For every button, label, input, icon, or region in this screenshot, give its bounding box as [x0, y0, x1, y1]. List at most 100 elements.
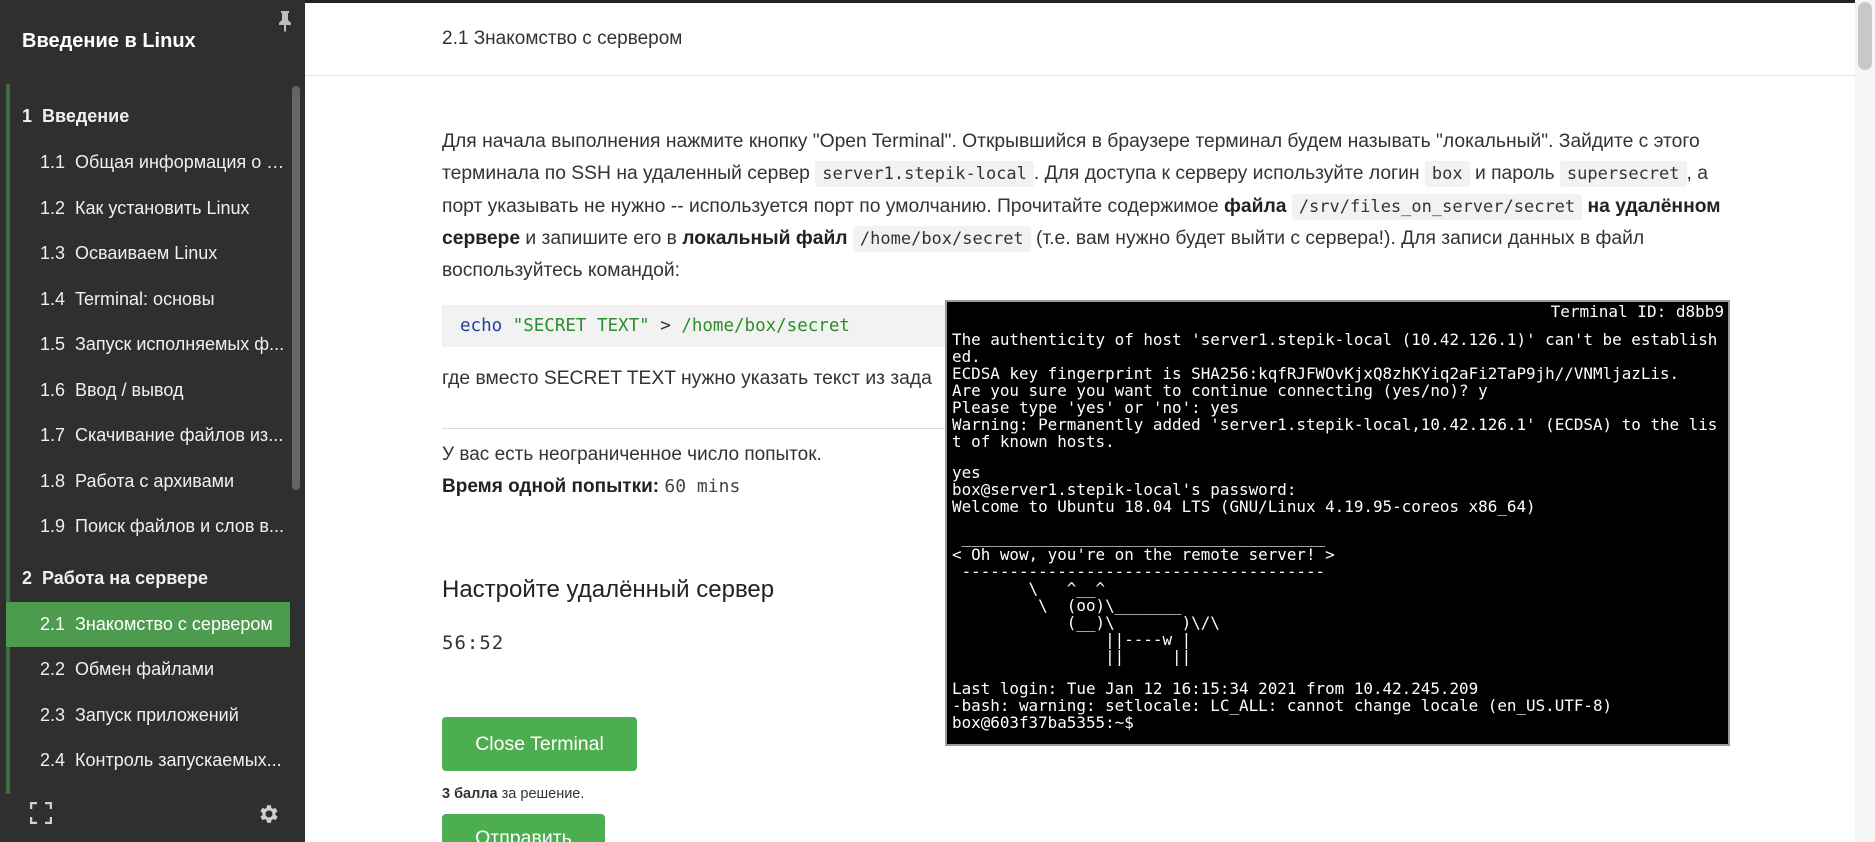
sidebar-lesson[interactable]: 1.2 Как установить Linux: [6, 186, 290, 232]
sidebar-item-number: 2.2: [40, 659, 66, 679]
gear-icon[interactable]: [256, 802, 280, 826]
terminal-window[interactable]: Terminal ID: d8bb9 The authenticity of h…: [945, 300, 1730, 746]
countdown-timer: 56:52: [442, 632, 505, 654]
code-command: echo: [460, 316, 503, 336]
sidebar-lesson[interactable]: 2.1 Знакомство с сервером: [6, 601, 290, 647]
sidebar-lesson[interactable]: 2.4 Контроль запускаемых...: [6, 738, 290, 784]
attempts-info: У вас есть неограниченное число попыток.: [442, 444, 822, 465]
sidebar-item-number: 1: [22, 106, 33, 126]
terminal-line: || ||: [952, 647, 1192, 667]
terminal-line: (__)\ )\/\: [952, 613, 1220, 633]
terminal-line: -bash: warning: setlocale: LC_ALL: canno…: [952, 695, 1613, 715]
top-border: [305, 0, 1860, 3]
code-string: "SECRET TEXT": [512, 316, 650, 336]
terminal-line: --------------------------------------: [952, 562, 1326, 582]
sidebar-lesson[interactable]: 1.9 Поиск файлов и слов в...: [6, 504, 290, 550]
course-sidebar: Введение в Linux 1 Введение 1.1 Общая инфор…: [0, 0, 305, 842]
sidebar-item-number: 1.4: [40, 288, 66, 309]
code-login: box: [1424, 161, 1470, 188]
sidebar-section[interactable]: 2 Работа на сервере: [6, 555, 290, 602]
sidebar-item-number: 1.9: [40, 516, 66, 536]
sidebar-item-label: Работа с архивами: [75, 470, 235, 491]
sidebar-section[interactable]: 1 Введение: [6, 93, 290, 140]
sidebar-item-number: 1.8: [40, 470, 66, 491]
bold-local: локальный файл: [682, 227, 848, 249]
sidebar-item-label: Terminal: основы: [75, 288, 215, 309]
pin-icon[interactable]: [276, 10, 294, 32]
sidebar-item-label: Общая информация о к...: [75, 152, 286, 172]
submit-button[interactable]: Отправить: [442, 814, 605, 842]
code-operator: >: [660, 316, 671, 336]
sidebar-item-number: 2.1: [40, 613, 66, 634]
page-scrollbar-track[interactable]: [1855, 0, 1875, 842]
sidebar-lesson[interactable]: 1.7 Скачивание файлов из...: [6, 413, 290, 459]
expand-icon[interactable]: [30, 802, 52, 824]
sidebar-item-number: 1.1: [40, 152, 66, 172]
terminal-line: The authenticity of host 'server1.stepik…: [952, 330, 1718, 349]
course-title[interactable]: Введение в Linux: [22, 30, 196, 53]
terminal-output[interactable]: The authenticity of host 'server1.stepik…: [952, 331, 1727, 731]
terminal-line: box@server1.stepik-local's password:: [952, 480, 1297, 500]
terminal-line: yes: [952, 463, 981, 483]
sidebar-item-label: Запуск исполняемых ф...: [75, 334, 285, 354]
sidebar-item-label: Осваиваем Linux: [75, 243, 218, 263]
sidebar-item-label: Запуск приложений: [75, 704, 239, 725]
score-info: 3 балла за решение.: [442, 786, 584, 802]
terminal-line: < Oh wow, you're on the remote server! >: [952, 545, 1335, 565]
code-path: /home/box/secret: [681, 316, 850, 336]
close-terminal-button[interactable]: Close Terminal: [442, 717, 637, 771]
sidebar-item-number: 2: [22, 567, 33, 588]
terminal-line: \ ^__^: [952, 579, 1106, 599]
terminal-line: box@603f37ba5355:~$: [952, 712, 1134, 732]
content-divider: [442, 428, 952, 429]
after-code-text: где вместо SECRET TEXT нужно указать тек…: [442, 368, 932, 389]
score-points: 3 балла: [442, 786, 498, 802]
code-block: echo "SECRET TEXT" > /home/box/secret: [442, 305, 952, 347]
sidebar-lesson[interactable]: 2.3 Запуск приложений: [6, 693, 290, 739]
terminal-line: Last login: Tue Jan 12 16:15:34 2021 fro…: [952, 678, 1479, 698]
sidebar-item-label: Поиск файлов и слов в...: [75, 516, 284, 536]
sidebar-scrollbar[interactable]: [292, 86, 300, 490]
step-text-part: и пароль: [1469, 163, 1560, 185]
bold-file: файла: [1224, 195, 1287, 217]
sidebar-item-number: 1.6: [40, 379, 66, 400]
lesson-title: 2.1 Знакомство с сервером: [442, 28, 683, 49]
code-server: server1.stepik-local: [815, 161, 1034, 188]
terminal-line: ||----w |: [952, 630, 1192, 650]
sidebar-item-label: Как установить Linux: [75, 197, 250, 218]
terminal-line: Are you sure you want to continue connec…: [952, 381, 1488, 400]
step-text-part: и запишите его в: [520, 227, 683, 249]
terminal-id: Terminal ID: d8bb9: [1550, 302, 1724, 321]
sidebar-item-label: Работа на сервере: [42, 567, 209, 588]
step-text-part: . Для доступа к серверу используйте логи…: [1033, 163, 1425, 185]
sidebar-lesson[interactable]: 1.1 Общая информация о к...: [6, 140, 290, 186]
sidebar-item-number: 2.3: [40, 704, 66, 725]
sidebar-item-number: 1.2: [40, 197, 66, 218]
lesson-list: 1 Введение 1.1 Общая информация о к... 1.2 Ка…: [6, 93, 290, 784]
sidebar-lesson[interactable]: 1.8 Работа с архивами: [6, 459, 290, 505]
score-suffix: за решение.: [497, 786, 585, 802]
code-remote-path: /srv/files_on_server/secret: [1291, 193, 1583, 220]
sidebar-item-label: Введение: [42, 106, 130, 126]
step-text: Для начала выполнения нажмите кнопку "Op…: [442, 126, 1722, 287]
code-local-path: /home/box/secret: [852, 225, 1031, 252]
task-title: Настройте удалённый сервер: [442, 576, 775, 603]
terminal-line: ed.: [952, 347, 981, 366]
header-divider: [305, 75, 1860, 76]
sidebar-lesson[interactable]: 2.2 Обмен файлами: [6, 647, 290, 693]
sidebar-lesson[interactable]: 1.3 Осваиваем Linux: [6, 231, 290, 277]
sidebar-lesson[interactable]: 1.4 Terminal: основы: [6, 277, 290, 323]
terminal-line: Welcome to Ubuntu 18.04 LTS (GNU/Linux 4…: [952, 497, 1536, 517]
sidebar-item-number: 1.3: [40, 243, 66, 263]
sidebar-item-number: 2.4: [40, 750, 66, 770]
sidebar-item-label: Скачивание файлов из...: [75, 425, 284, 445]
page-scrollbar-thumb[interactable]: [1858, 2, 1872, 70]
sidebar-lesson[interactable]: 1.5 Запуск исполняемых ф...: [6, 322, 290, 368]
sidebar-lesson[interactable]: 1.6 Ввод / вывод: [6, 368, 290, 414]
terminal-line: Warning: Permanently added 'server1.step…: [952, 415, 1718, 434]
code-password: supersecret: [1559, 161, 1687, 188]
sidebar-item-number: 1.7: [40, 425, 66, 445]
